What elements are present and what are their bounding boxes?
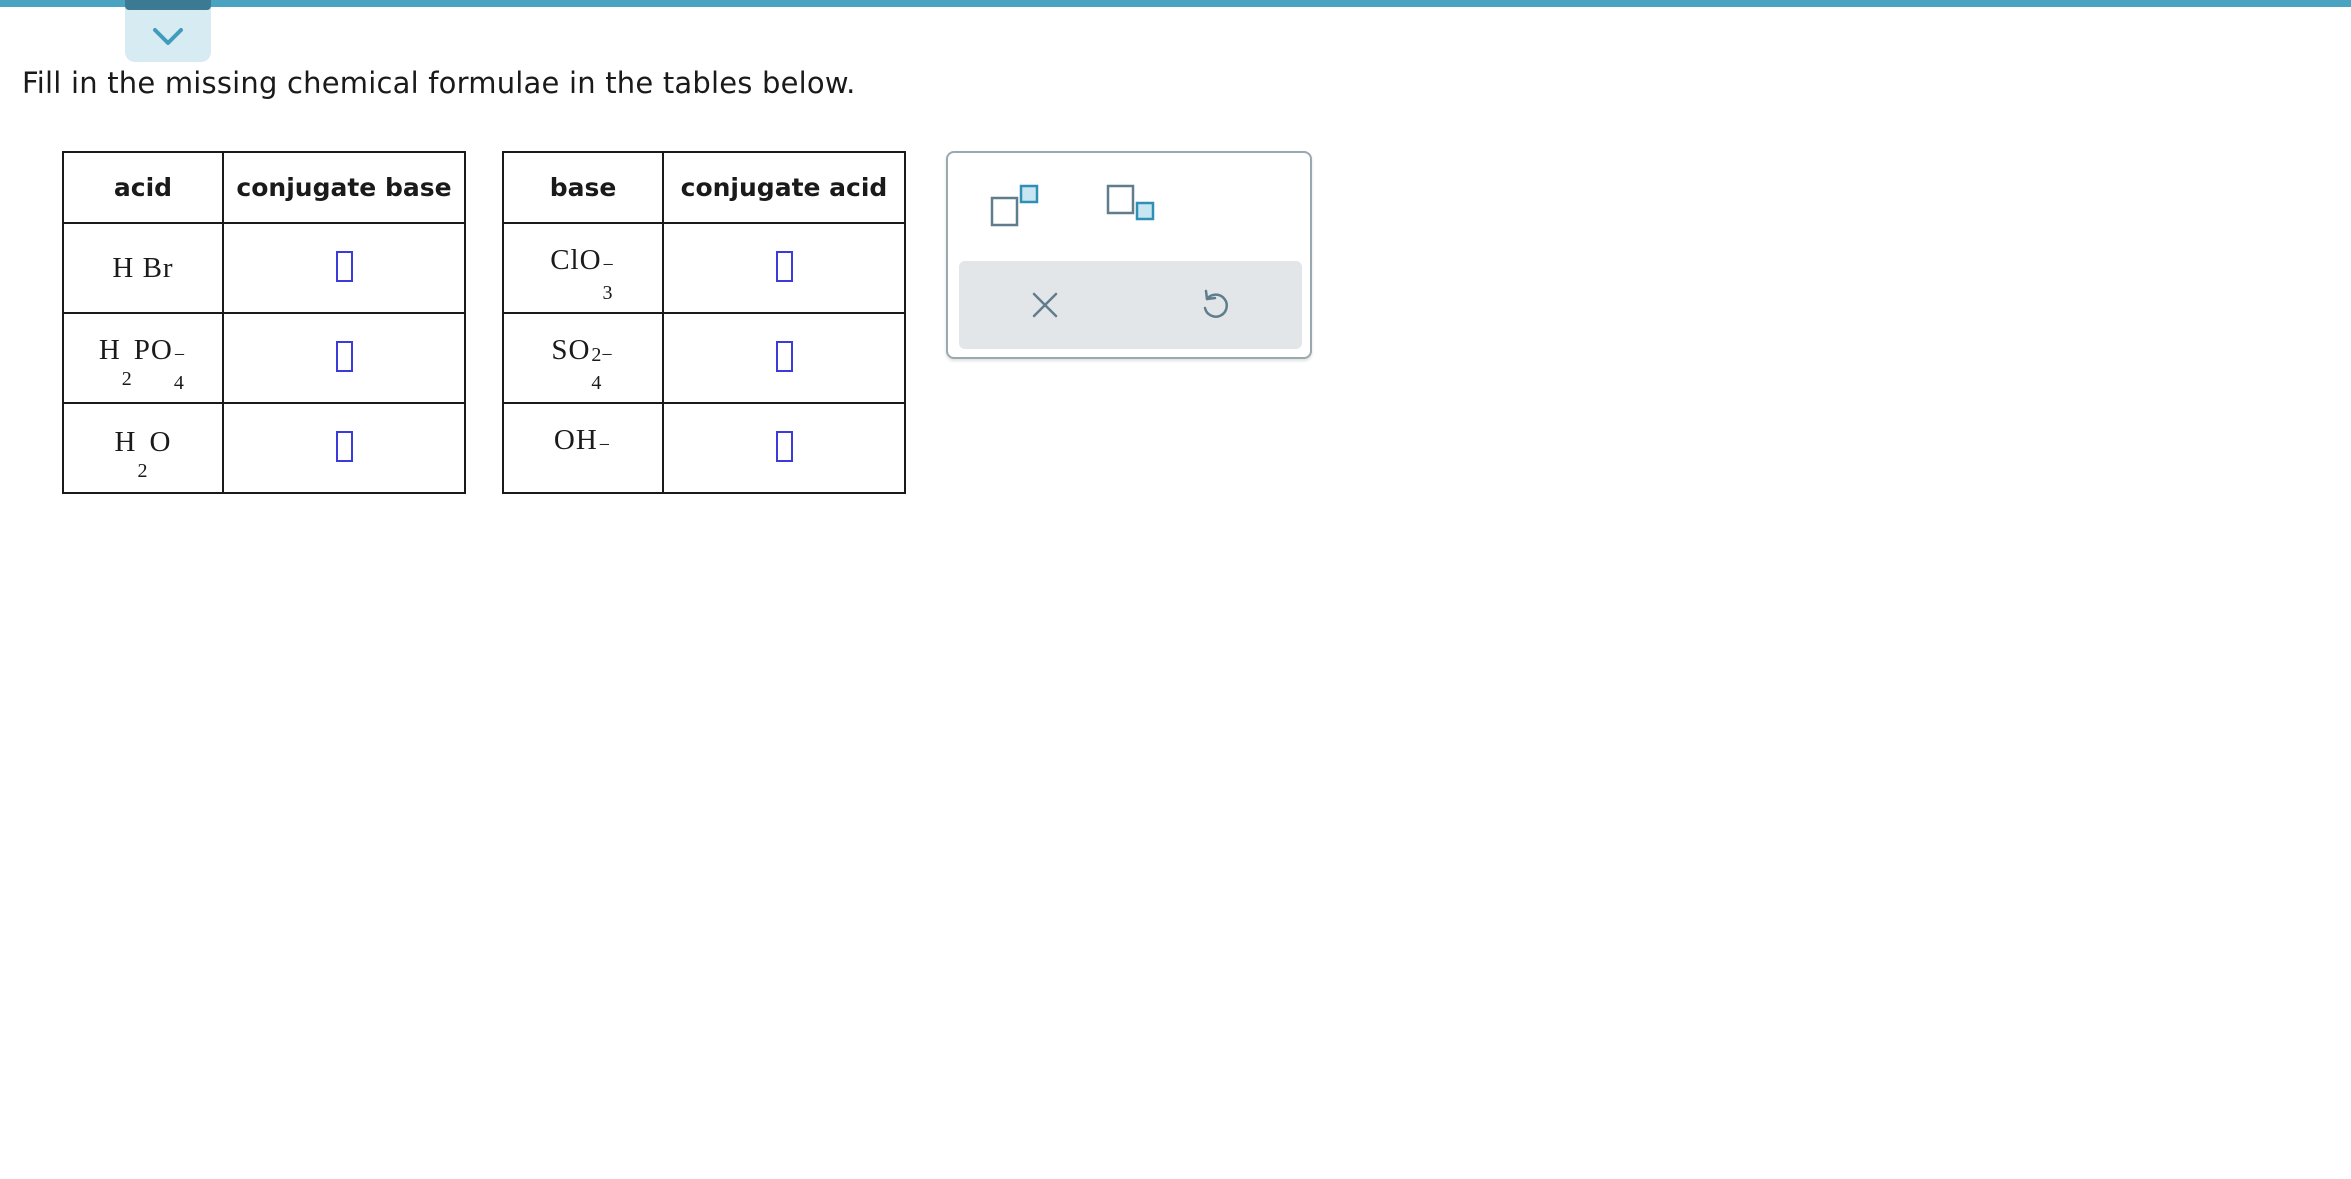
acid-formula: H 2 PO −4 xyxy=(98,333,187,393)
chevron-down-icon xyxy=(153,28,183,45)
acid-formula-cell: H Br xyxy=(62,222,224,314)
column-header-conjugate-acid: conjugate acid xyxy=(662,151,906,224)
formula-subsup: −3 xyxy=(602,255,614,304)
subscript-template-button[interactable] xyxy=(1105,183,1159,233)
formula-charge: − xyxy=(602,253,614,276)
formula-element: H Br xyxy=(112,251,174,284)
formula-charge: − xyxy=(173,343,186,366)
undo-icon xyxy=(1203,289,1228,318)
column-header-conjugate-base: conjugate base xyxy=(222,151,466,224)
formula-element: O xyxy=(149,425,172,458)
conjugate-acid-cell[interactable] xyxy=(662,402,906,494)
formula-subsup: −4 xyxy=(173,345,185,394)
answer-input-box[interactable] xyxy=(335,430,353,462)
answer-input-box[interactable] xyxy=(775,430,793,462)
formula-subsup: − xyxy=(599,435,610,481)
table-row: OH − xyxy=(502,402,906,494)
conjugate-base-cell[interactable] xyxy=(222,312,466,404)
formula-subsup: 2 xyxy=(137,439,148,482)
acid-formula-cell: H 2 PO −4 xyxy=(62,312,224,404)
formula-subscript: 4 xyxy=(591,371,602,394)
formula-subsup: 2 xyxy=(121,347,132,390)
acid-formula: H Br xyxy=(112,252,173,285)
conjugate-acid-cell[interactable] xyxy=(662,222,906,314)
answer-input-box[interactable] xyxy=(335,340,353,372)
top-accent-bar xyxy=(0,0,2351,7)
superscript-template-icon xyxy=(990,184,1039,227)
formula-subscript: 2 xyxy=(137,459,148,482)
base-formula-cell: SO 2− 4 xyxy=(502,312,664,404)
base-formula-cell: OH − xyxy=(502,402,664,494)
base-formula: ClO −3 xyxy=(550,243,616,303)
collapse-toggle-button[interactable] xyxy=(125,0,211,62)
column-header-base: base xyxy=(502,151,664,224)
table-row: ClO −3 xyxy=(502,222,906,314)
column-header-acid: acid xyxy=(62,151,224,224)
base-formula-cell: ClO −3 xyxy=(502,222,664,314)
undo-button[interactable] xyxy=(1198,288,1232,326)
base-formula: OH − xyxy=(554,424,612,473)
formula-charge: − xyxy=(598,433,611,456)
table-row: H Br xyxy=(62,222,466,314)
formula-subscript: 3 xyxy=(602,281,613,304)
acid-formula-cell: H2O xyxy=(62,402,224,494)
conjugate-base-cell[interactable] xyxy=(222,222,466,314)
conjugate-base-cell[interactable] xyxy=(222,402,466,494)
acid-formula: H2O xyxy=(114,425,172,481)
answer-input-box[interactable] xyxy=(775,250,793,282)
answer-input-box[interactable] xyxy=(775,340,793,372)
close-icon xyxy=(1032,292,1058,318)
conjugate-acid-cell[interactable] xyxy=(662,312,906,404)
formula-charge: 2− xyxy=(591,343,613,366)
table-row: H 2 PO −4 xyxy=(62,312,466,404)
clear-button[interactable] xyxy=(1029,289,1061,325)
formula-subscript: 4 xyxy=(173,371,184,394)
formula-subscript: 2 xyxy=(121,367,132,390)
subscript-template-icon xyxy=(1106,184,1155,221)
table-row: H2O xyxy=(62,402,466,494)
formula-element: ClO xyxy=(550,243,602,276)
formula-element: SO xyxy=(551,333,591,366)
question-instruction: Fill in the missing chemical formulae in… xyxy=(22,66,856,100)
formula-element: OH xyxy=(553,423,598,456)
answer-input-box[interactable] xyxy=(335,250,353,282)
formula-palette xyxy=(946,151,1312,359)
formula-element: H xyxy=(114,425,137,458)
palette-actions-bar xyxy=(959,261,1302,349)
table-row: SO 2− 4 xyxy=(502,312,906,404)
formula-element: PO xyxy=(133,333,173,366)
superscript-template-button[interactable] xyxy=(989,183,1043,233)
base-conjugate-acid-table: base conjugate acid ClO −3 SO 2− 4 OH − xyxy=(502,151,906,494)
acid-conjugate-base-table: acid conjugate base H Br H 2 PO −4 H2O xyxy=(62,151,466,494)
formula-subsup: 2− 4 xyxy=(591,345,612,394)
formula-element: H xyxy=(98,333,121,366)
base-formula: SO 2− 4 xyxy=(551,333,614,393)
